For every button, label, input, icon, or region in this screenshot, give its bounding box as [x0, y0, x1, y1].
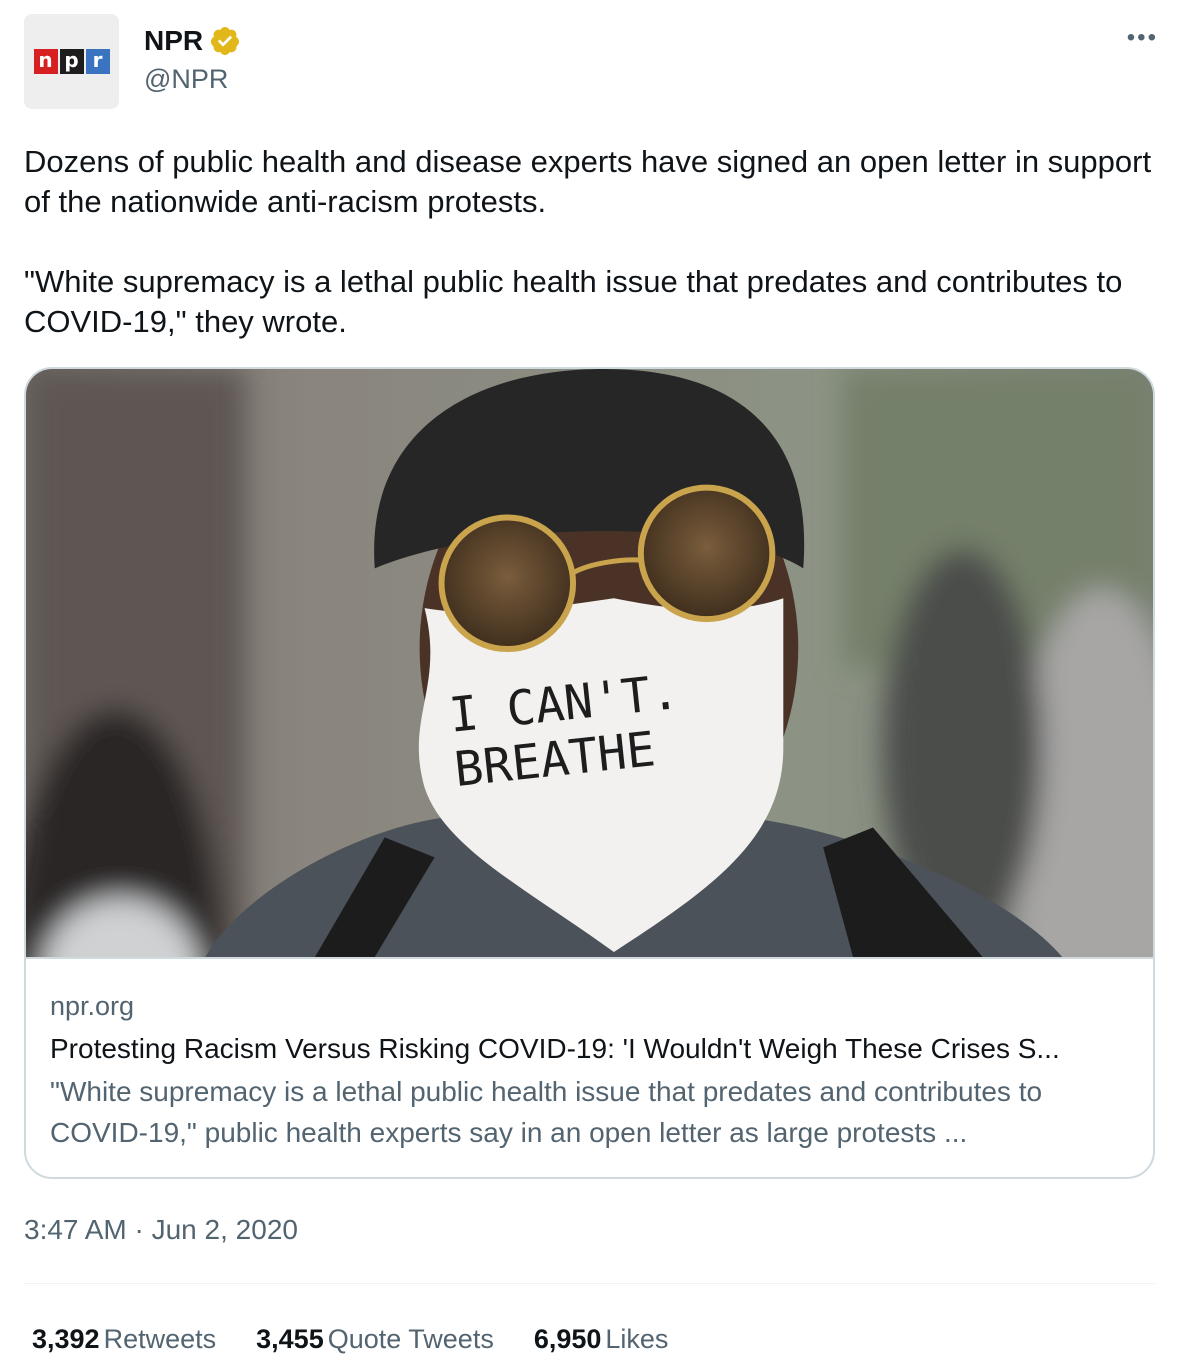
handle[interactable]: @NPR: [144, 62, 241, 96]
protester-photo: I CAN'T. BREATHE: [26, 369, 1153, 957]
card-domain: npr.org: [50, 991, 135, 1021]
more-options-icon[interactable]: •••: [1127, 26, 1158, 50]
display-name[interactable]: NPR: [144, 24, 203, 58]
card-image[interactable]: I CAN'T. BREATHE: [26, 369, 1153, 959]
tweet-header: n p r NPR @NPR •••: [24, 14, 1162, 110]
verified-badge-icon: [211, 27, 240, 55]
likes-stat[interactable]: 6,950 Likes: [534, 1322, 669, 1356]
retweets-stat[interactable]: 3,392 Retweets: [32, 1322, 216, 1356]
logo-letter-n: n: [33, 49, 58, 74]
divider: [24, 1283, 1155, 1284]
tweet-paragraph-1: Dozens of public health and disease expe…: [24, 144, 1152, 219]
retweets-label: Retweets: [103, 1324, 217, 1354]
card-body: npr.org Protesting Racism Versus Risking…: [50, 989, 1133, 1153]
quote-tweets-label: Quote Tweets: [327, 1324, 494, 1354]
account-info: NPR @NPR: [144, 24, 241, 96]
card-title[interactable]: Protesting Racism Versus Risking COVID-1…: [50, 1031, 1133, 1067]
likes-count: 6,950: [533, 1324, 602, 1354]
retweets-count: 3,392: [32, 1324, 100, 1354]
tweet-paragraph-2: "White supremacy is a lethal public heal…: [24, 264, 1123, 339]
avatar[interactable]: n p r: [24, 14, 119, 109]
tweet-timestamp[interactable]: 3:47 AM · Jun 2, 2020: [24, 1213, 298, 1247]
npr-logo: n p r: [33, 49, 110, 74]
tweet-stats: 3,392 Retweets 3,455 Quote Tweets 6,950 Lik…: [32, 1322, 668, 1356]
logo-letter-r: r: [85, 49, 110, 74]
tweet-text: Dozens of public health and disease expe…: [24, 142, 1162, 342]
quote-tweets-count: 3,455: [256, 1324, 324, 1354]
link-card[interactable]: I CAN'T. BREATHE npr.org Protesting Raci…: [24, 367, 1155, 1179]
logo-letter-p: p: [59, 49, 84, 74]
likes-label: Likes: [605, 1324, 669, 1354]
card-description: "White supremacy is a lethal public heal…: [50, 1076, 1043, 1148]
quote-tweets-stat[interactable]: 3,455 Quote Tweets: [256, 1322, 494, 1356]
